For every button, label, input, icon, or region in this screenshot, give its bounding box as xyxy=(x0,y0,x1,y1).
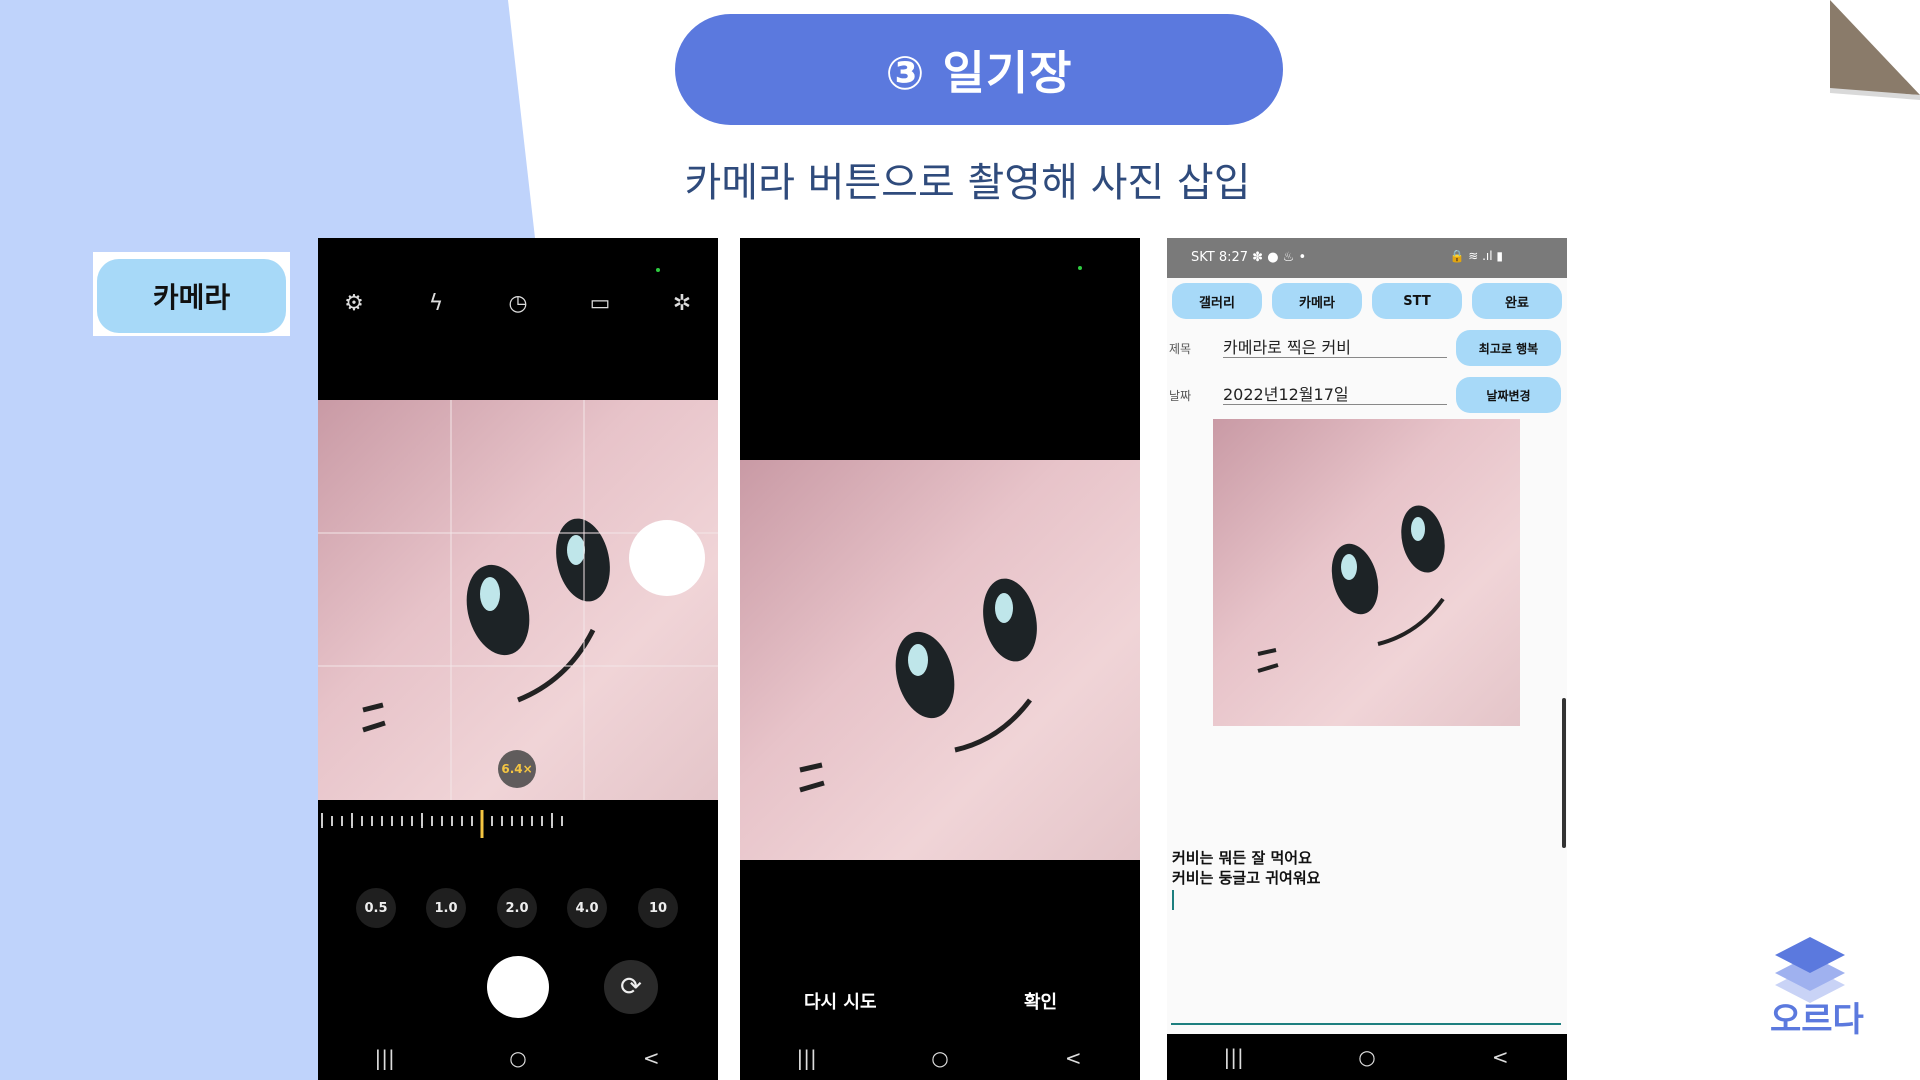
scrollbar[interactable] xyxy=(1562,698,1566,848)
home-icon[interactable]: ○ xyxy=(910,1046,970,1070)
sparkle-icon[interactable]: ✲ xyxy=(668,290,696,318)
privacy-indicator xyxy=(1078,266,1082,270)
inserted-photo[interactable] xyxy=(1213,419,1520,726)
camera-viewfinder[interactable] xyxy=(318,400,718,800)
status-icons: 🔒 ≋ .ıl ▮ xyxy=(1449,249,1503,263)
change-date-button[interactable]: 날짜변경 xyxy=(1456,377,1561,413)
captured-photo xyxy=(740,460,1140,860)
recent-apps-icon[interactable]: ||| xyxy=(355,1046,415,1070)
zoom-level-badge: 6.4× xyxy=(498,750,536,788)
slide-title: ③ 일기장 xyxy=(675,14,1283,125)
gallery-button[interactable]: 갤러리 xyxy=(1172,283,1262,319)
home-icon[interactable]: ○ xyxy=(1337,1045,1397,1069)
switch-camera-icon[interactable]: ⟳ xyxy=(604,960,658,1014)
back-icon[interactable]: < xyxy=(1470,1045,1530,1069)
focus-indicator xyxy=(629,520,705,596)
system-nav-bar: ||| ○ < xyxy=(318,1036,718,1080)
date-field[interactable]: 2022년12월17일 xyxy=(1223,377,1447,405)
diary-line: 커비는 둥글고 귀여워요 xyxy=(1172,869,1321,887)
flash-icon[interactable]: ϟ xyxy=(422,290,450,318)
camera-button[interactable]: 카메라 xyxy=(1272,283,1362,319)
stt-button[interactable]: STT xyxy=(1372,283,1462,319)
title-suggestion-button[interactable]: 최고로 행복 xyxy=(1456,330,1561,366)
camera-top-toolbar: ⚙ ϟ ◷ ▭ ✲ xyxy=(318,290,718,330)
camera-screen: ⚙ ϟ ◷ ▭ ✲ 6.4× 0.5 1.0 2.0 4.0 10 ⟳ ||| … xyxy=(318,238,718,1080)
logo-text: 오르다 xyxy=(1770,1000,1864,1040)
photo-preview-screen: 다시 시도 확인 ||| ○ < xyxy=(740,238,1140,1080)
ratio-icon[interactable]: ▭ xyxy=(586,290,614,318)
text-field-underline xyxy=(1171,1023,1561,1025)
title-field[interactable]: 카메라로 찍은 커비 xyxy=(1223,330,1447,358)
retry-button[interactable]: 다시 시도 xyxy=(804,988,877,1014)
zoom-1-0-button[interactable]: 1.0 xyxy=(426,888,466,928)
home-icon[interactable]: ○ xyxy=(488,1046,548,1070)
zoom-4-0-button[interactable]: 4.0 xyxy=(567,888,607,928)
diary-body-text[interactable]: 커비는 뭐든 잘 먹어요 커비는 둥글고 귀여워요 xyxy=(1172,848,1320,888)
done-button[interactable]: 완료 xyxy=(1472,283,1562,319)
corner-fold-decoration xyxy=(1830,0,1920,100)
gear-icon[interactable]: ⚙ xyxy=(340,290,368,318)
zoom-preset-row: 0.5 1.0 2.0 4.0 10 xyxy=(318,888,718,928)
kirby-face-image xyxy=(1257,505,1445,673)
zoom-10-button[interactable]: 10 xyxy=(638,888,678,928)
status-bar: SKT 8:27 ✽ ● ♨ • 🔒 ≋ .ıl ▮ xyxy=(1167,238,1567,278)
zoom-0-5-button[interactable]: 0.5 xyxy=(356,888,396,928)
preview-actions: 다시 시도 확인 xyxy=(740,988,1140,1018)
zoom-2-0-button[interactable]: 2.0 xyxy=(497,888,537,928)
camera-button-callout: 카메라 xyxy=(97,259,286,333)
diary-line: 커비는 뭐든 잘 먹어요 xyxy=(1172,849,1312,867)
text-cursor xyxy=(1172,890,1174,910)
confirm-button[interactable]: 확인 xyxy=(1024,988,1057,1014)
back-icon[interactable]: < xyxy=(621,1046,681,1070)
slide-subtitle: 카메라 버튼으로 촬영해 사진 삽입 xyxy=(684,160,1251,206)
recent-apps-icon[interactable]: ||| xyxy=(777,1046,837,1070)
recent-apps-icon[interactable]: ||| xyxy=(1204,1045,1264,1069)
diary-edit-screen: SKT 8:27 ✽ ● ♨ • 🔒 ≋ .ıl ▮ 갤러리 카메라 STT 완… xyxy=(1167,238,1567,1080)
title-label: 제목 xyxy=(1169,342,1192,356)
date-label: 날짜 xyxy=(1169,389,1192,403)
zoom-slider[interactable] xyxy=(318,808,578,838)
timer-icon[interactable]: ◷ xyxy=(504,290,532,318)
back-icon[interactable]: < xyxy=(1043,1046,1103,1070)
system-nav-bar: ||| ○ < xyxy=(1167,1034,1567,1080)
system-nav-bar: ||| ○ < xyxy=(740,1036,1140,1080)
kirby-face-image xyxy=(799,578,1037,793)
privacy-indicator xyxy=(656,268,660,272)
kirby-face-image xyxy=(318,400,718,800)
shutter-button[interactable] xyxy=(487,956,549,1018)
status-time: SKT 8:27 ✽ ● ♨ • xyxy=(1191,250,1307,265)
